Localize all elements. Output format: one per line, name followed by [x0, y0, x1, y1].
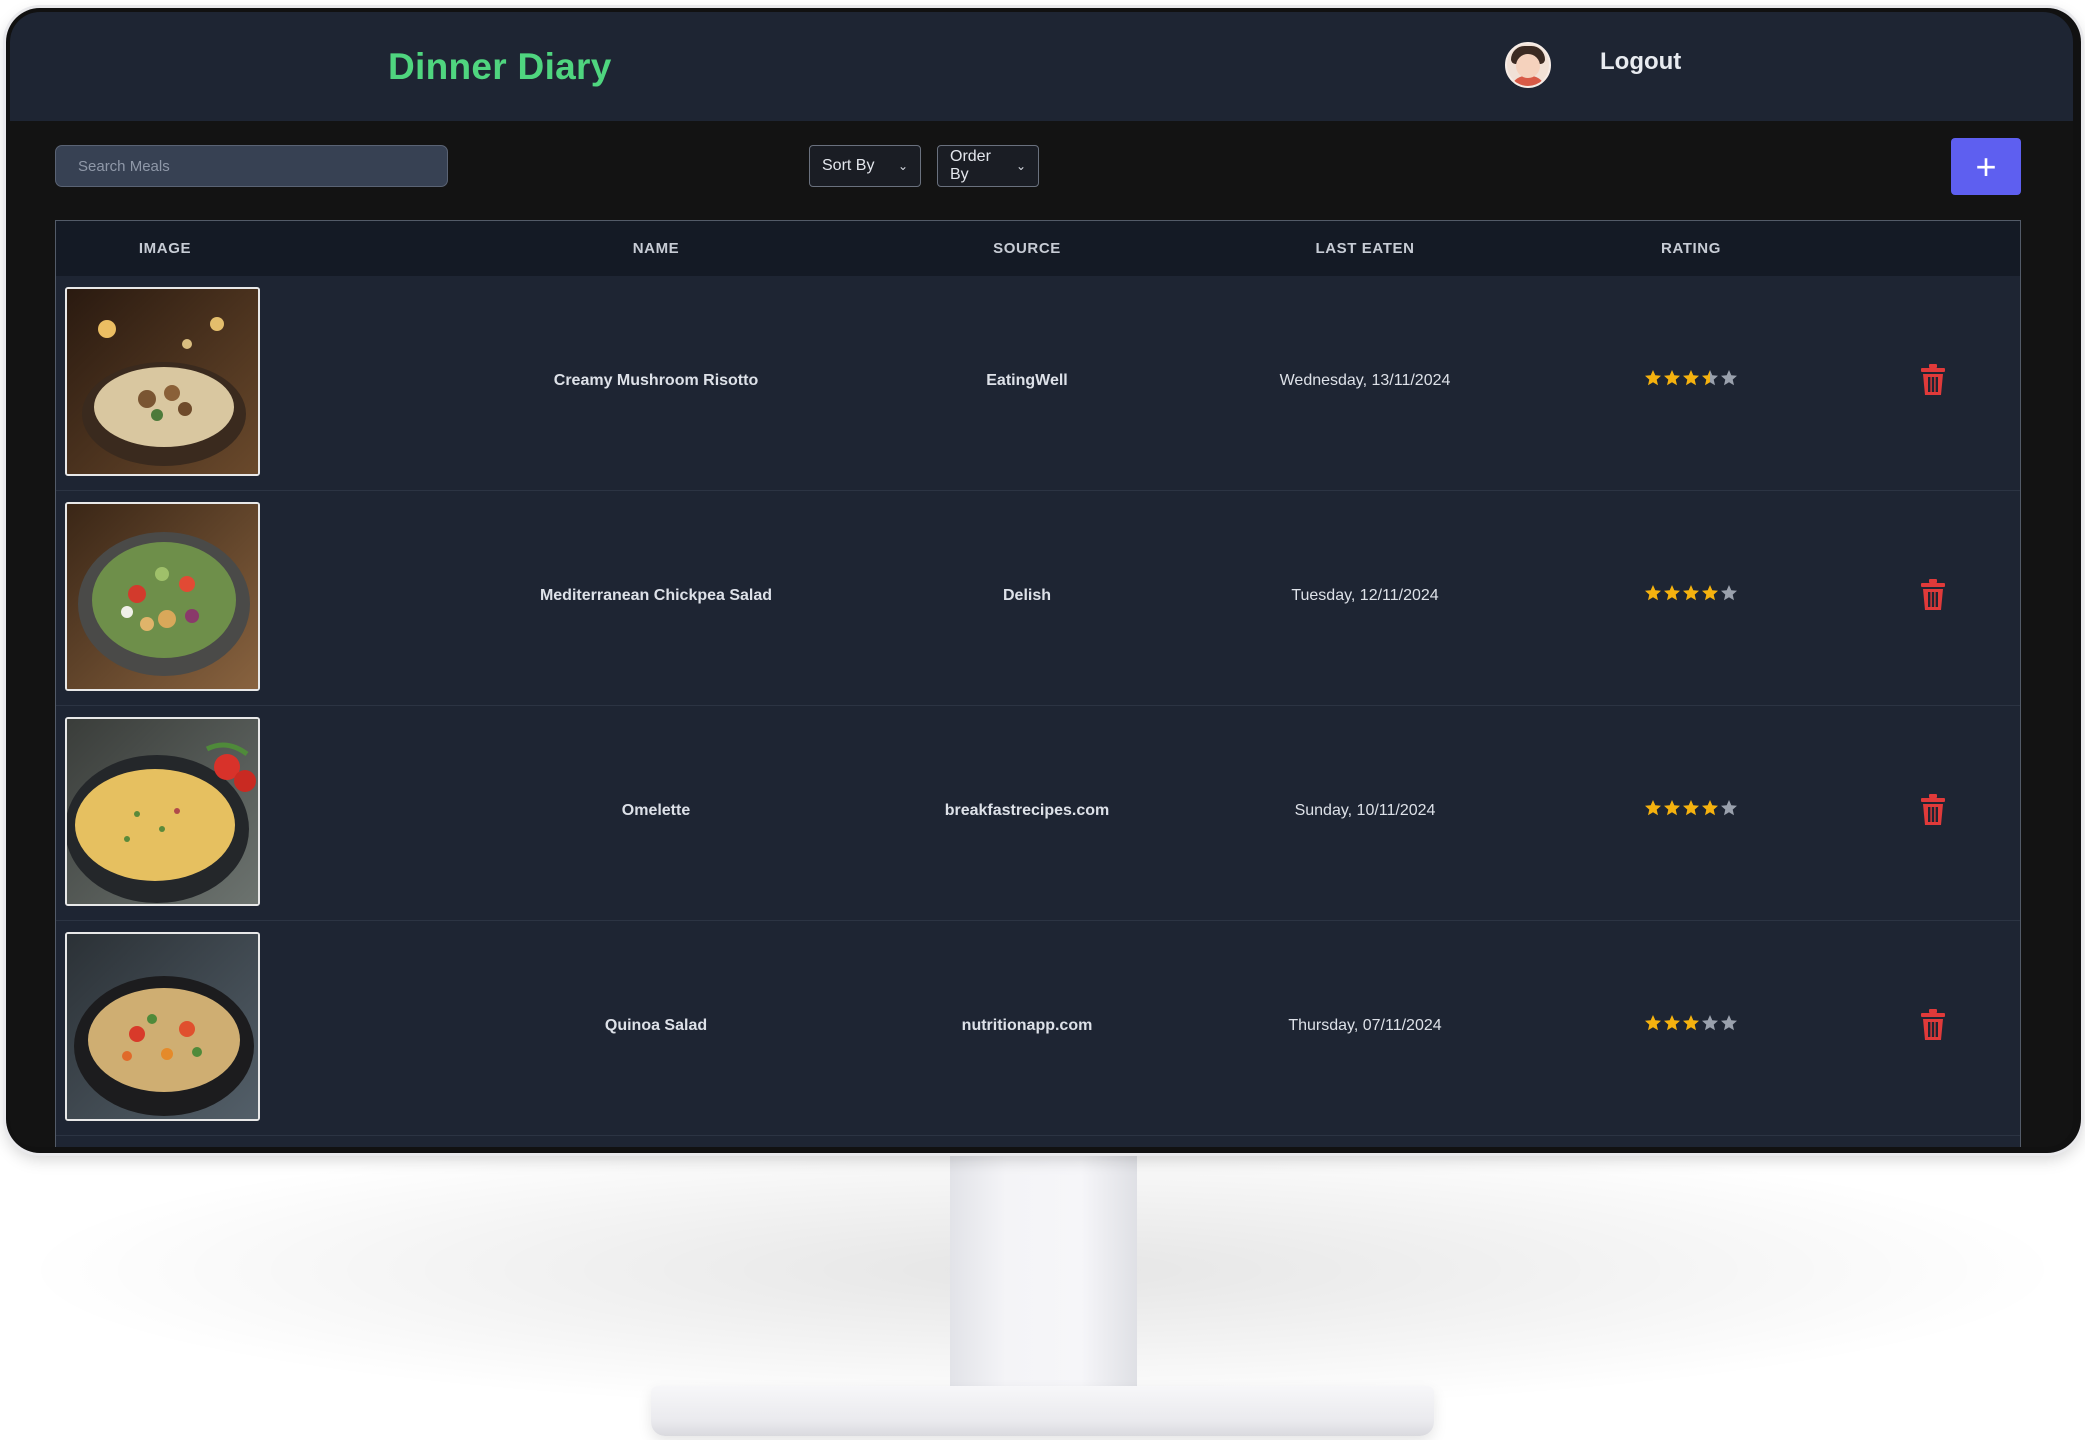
chevron-down-icon: ⌄	[897, 159, 908, 173]
table-row[interactable]: Omelette breakfastrecipes.com Sunday, 10…	[56, 706, 2020, 921]
meal-name: Quinoa Salad	[604, 1017, 708, 1034]
table-row[interactable]: Creamy Mushroom Risotto EatingWell Wedne…	[56, 276, 2020, 491]
table-row[interactable]: Quinoa Salad nutritionapp.com Thursday, …	[56, 921, 2020, 1136]
column-header-image[interactable]: IMAGE	[139, 240, 191, 257]
meal-last-eaten: Thursday, 07/11/2024	[1288, 1017, 1442, 1034]
column-header-rating[interactable]: RATING	[1661, 240, 1721, 257]
sort-by-select[interactable]: Sort By ⌄	[809, 145, 921, 187]
order-by-label: Order By	[950, 148, 991, 183]
meal-source: nutritionapp.com	[961, 1017, 1093, 1034]
logout-button[interactable]: Logout	[1600, 48, 1681, 76]
column-header-last-eaten[interactable]: LAST EATEN	[1315, 240, 1414, 257]
meals-table: IMAGE NAME SOURCE LAST EATEN RATING Crea…	[55, 220, 2021, 1147]
trash-icon[interactable]	[1920, 579, 1946, 611]
meal-source: breakfastrecipes.com	[944, 802, 1110, 819]
add-meal-button[interactable]: +	[1951, 138, 2021, 195]
meal-rating[interactable]	[1644, 1014, 1738, 1032]
app-screen: Dinner Diary Logout Sort By ⌄ Order By ⌄…	[10, 12, 2073, 1147]
meal-image[interactable]	[65, 502, 260, 691]
meal-last-eaten: Wednesday, 13/11/2024	[1279, 372, 1451, 389]
monitor-stand-neck	[950, 1150, 1137, 1410]
meal-name: Omelette	[621, 802, 691, 819]
monitor-stand-base	[651, 1386, 1434, 1436]
meal-last-eaten: Sunday, 10/11/2024	[1294, 802, 1436, 819]
trash-icon[interactable]	[1920, 1009, 1946, 1041]
trash-icon[interactable]	[1920, 794, 1946, 826]
chevron-down-icon: ⌄	[1015, 159, 1026, 173]
meal-source: Delish	[1002, 587, 1052, 604]
meal-name: Mediterranean Chickpea Salad	[539, 587, 773, 604]
meal-rating[interactable]	[1644, 369, 1738, 387]
app-header: Dinner Diary Logout	[10, 12, 2073, 121]
trash-icon[interactable]	[1920, 364, 1946, 396]
meal-image[interactable]	[65, 287, 260, 476]
meal-image[interactable]	[65, 932, 260, 1121]
meal-image[interactable]	[65, 717, 260, 906]
meal-source: EatingWell	[986, 372, 1068, 389]
table-header: IMAGE NAME SOURCE LAST EATEN RATING	[56, 221, 2020, 276]
avatar[interactable]	[1505, 42, 1551, 88]
monitor-bezel: Dinner Diary Logout Sort By ⌄ Order By ⌄…	[6, 8, 2081, 1153]
search-input[interactable]	[55, 145, 448, 187]
meal-rating[interactable]	[1644, 799, 1738, 817]
order-by-select[interactable]: Order By ⌄	[937, 145, 1039, 187]
meal-name: Creamy Mushroom Risotto	[553, 372, 759, 389]
sort-by-label: Sort By	[822, 157, 875, 174]
table-row[interactable]: Mediterranean Chickpea Salad Delish Tues…	[56, 491, 2020, 706]
meal-rating[interactable]	[1644, 584, 1738, 602]
column-header-name[interactable]: NAME	[633, 240, 680, 257]
meal-last-eaten: Tuesday, 12/11/2024	[1291, 587, 1439, 604]
column-header-source[interactable]: SOURCE	[993, 240, 1061, 257]
app-title[interactable]: Dinner Diary	[388, 46, 612, 88]
